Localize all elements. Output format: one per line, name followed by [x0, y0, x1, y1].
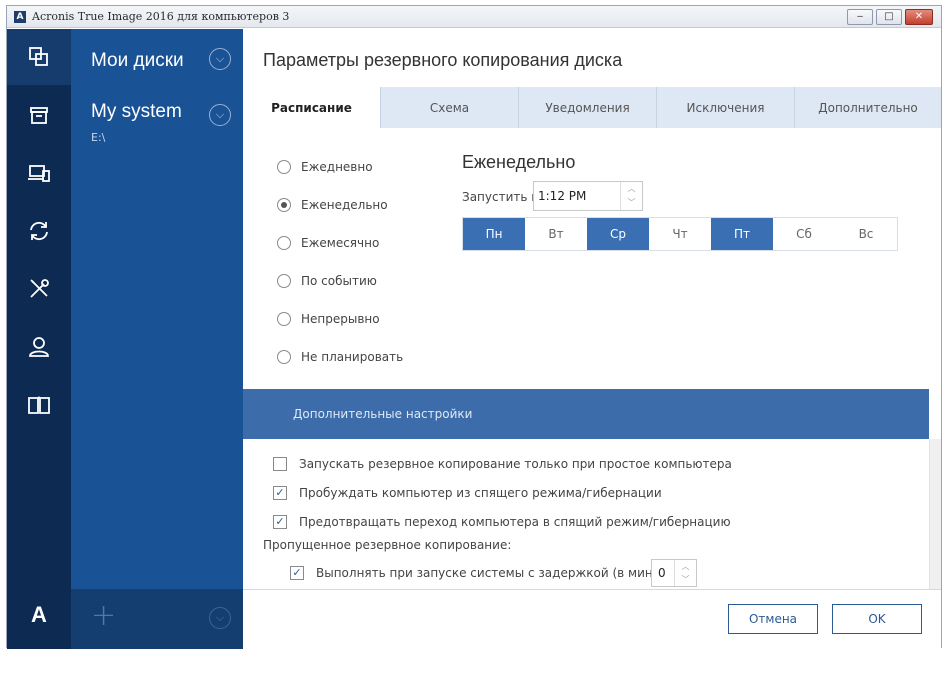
window-title: Acronis True Image 2016 для компьютеров …: [32, 10, 290, 23]
backup-item-subtitle: E:\: [91, 131, 106, 144]
minimize-button[interactable]: ‒: [847, 9, 873, 25]
sync-icon: [30, 221, 48, 241]
schedule-option-label: Непрерывно: [301, 312, 380, 326]
radio-button[interactable]: [277, 160, 291, 174]
schedule-option-weekly[interactable]: Еженедельно: [277, 195, 388, 215]
copy-icon: [29, 47, 48, 66]
radio-button[interactable]: [277, 350, 291, 364]
rail-sync[interactable]: [7, 203, 71, 259]
schedule-option-label: По событию: [301, 274, 377, 288]
radio-button[interactable]: [277, 312, 291, 326]
chevron-up-icon[interactable]: ︿: [621, 182, 642, 196]
account-icon: [29, 337, 49, 357]
title-bar[interactable]: A Acronis True Image 2016 для компьютеро…: [7, 6, 941, 28]
tools-icon: [30, 279, 49, 298]
page-title: Параметры резервного копирования диска: [263, 50, 623, 70]
advanced-settings-header[interactable]: Дополнительные настройки: [243, 389, 929, 439]
checkbox[interactable]: ✓: [273, 486, 287, 500]
close-button[interactable]: ✕: [905, 9, 933, 25]
tab-exclusions[interactable]: Исключения: [657, 87, 795, 128]
schedule-option-label: Ежедневно: [301, 160, 373, 174]
tab-notifications[interactable]: Уведомления: [519, 87, 657, 128]
devices-icon: [28, 165, 50, 182]
rail-archive[interactable]: [7, 87, 71, 143]
time-stepper[interactable]: ︿ ﹀: [620, 182, 642, 210]
checkbox[interactable]: ✓: [290, 566, 304, 580]
advanced-settings-title: Дополнительные настройки: [293, 407, 473, 421]
app-window: A Acronis True Image 2016 для компьютеро…: [6, 5, 942, 649]
chevron-down-icon[interactable]: ﹀: [675, 573, 696, 586]
cancel-button[interactable]: Отмена: [728, 604, 818, 634]
chevron-up-icon[interactable]: ︿: [675, 560, 696, 573]
chevron-down-icon[interactable]: ⌵: [209, 607, 231, 629]
missed-backup-label: Пропущенное резервное копирование:: [263, 538, 512, 552]
option-run-on-startup[interactable]: ✓ Выполнять при запуске системы с задерж…: [290, 563, 690, 583]
day-wednesday[interactable]: Ср: [587, 218, 649, 250]
schedule-option-label: Не планировать: [301, 350, 404, 364]
archive-icon: [30, 107, 48, 124]
schedule-option-none[interactable]: Не планировать: [277, 347, 403, 367]
radio-button[interactable]: [277, 236, 291, 250]
settings-panel: Параметры резервного копирования диска Р…: [243, 29, 941, 649]
backup-list-title: Мои диски: [91, 50, 184, 71]
rail-devices[interactable]: [7, 145, 71, 201]
option-label: Запускать резервное копирование только п…: [299, 457, 732, 471]
schedule-option-monthly[interactable]: Ежемесячно: [277, 233, 379, 253]
weekly-title: Еженедельно: [462, 152, 576, 172]
start-time-label: Запустить в: [462, 190, 539, 204]
weekday-selector: Пн Вт Ср Чт Пт Сб Вс: [462, 217, 898, 251]
rail-account[interactable]: [7, 319, 71, 375]
start-time-value: 1:12 PM: [538, 189, 587, 203]
acronis-logo-icon: A: [31, 602, 47, 627]
schedule-option-label: Еженедельно: [301, 198, 388, 212]
tab-scheme[interactable]: Схема: [381, 87, 519, 128]
chevron-down-icon[interactable]: ⌵: [209, 104, 231, 126]
day-friday[interactable]: Пт: [711, 218, 773, 250]
chevron-down-icon[interactable]: ⌵: [209, 48, 231, 70]
settings-tabs: Расписание Схема Уведомления Исключения …: [243, 87, 941, 128]
option-prevent-sleep[interactable]: ✓ Предотвращать переход компьютера в спя…: [273, 512, 731, 532]
backup-item-selected[interactable]: My system E:\ ⌵: [71, 89, 243, 589]
backup-item-title: My system: [91, 101, 182, 122]
checkbox[interactable]: ✓: [273, 515, 287, 529]
radio-button[interactable]: [277, 274, 291, 288]
radio-button[interactable]: [277, 198, 291, 212]
delay-stepper[interactable]: ︿ ﹀: [674, 560, 696, 586]
day-thursday[interactable]: Чт: [649, 218, 711, 250]
ok-button[interactable]: OK: [832, 604, 922, 634]
day-monday[interactable]: Пн: [463, 218, 525, 250]
schedule-option-daily[interactable]: Ежедневно: [277, 157, 373, 177]
option-label: Выполнять при запуске системы с задержко…: [316, 566, 691, 580]
backup-list-footer: + ⌵: [71, 589, 243, 649]
book-icon: [28, 396, 50, 414]
schedule-option-label: Ежемесячно: [301, 236, 380, 250]
nav-rail: A: [7, 29, 71, 649]
schedule-option-continuous[interactable]: Непрерывно: [277, 309, 380, 329]
delay-minutes-value: 0: [658, 566, 666, 580]
rail-backup[interactable]: [7, 29, 71, 85]
maximize-button[interactable]: □: [876, 9, 902, 25]
dialog-footer: Отмена OK: [243, 589, 941, 649]
rail-help[interactable]: [7, 377, 71, 433]
schedule-option-event[interactable]: По событию: [277, 271, 377, 291]
rail-tools[interactable]: [7, 261, 71, 317]
add-backup-button[interactable]: +: [91, 601, 116, 631]
start-time-input[interactable]: 1:12 PM ︿ ﹀: [533, 181, 643, 211]
scrollbar[interactable]: [929, 439, 941, 589]
option-wake-computer[interactable]: ✓ Пробуждать компьютер из спящего режима…: [273, 483, 662, 503]
backup-list-header[interactable]: Мои диски ⌵: [71, 29, 243, 89]
tab-advanced[interactable]: Дополнительно: [795, 87, 941, 128]
tab-schedule[interactable]: Расписание: [243, 87, 381, 128]
option-label: Пробуждать компьютер из спящего режима/г…: [299, 486, 662, 500]
chevron-down-icon[interactable]: ﹀: [621, 196, 642, 210]
delay-minutes-input[interactable]: 0 ︿ ﹀: [651, 559, 697, 587]
day-saturday[interactable]: Сб: [773, 218, 835, 250]
app-logo-icon: A: [14, 11, 26, 23]
option-idle-only[interactable]: Запускать резервное копирование только п…: [273, 454, 732, 474]
day-sunday[interactable]: Вс: [835, 218, 897, 250]
backup-list: Мои диски ⌵ My system E:\ ⌵ + ⌵: [71, 29, 243, 649]
day-tuesday[interactable]: Вт: [525, 218, 587, 250]
option-label: Предотвращать переход компьютера в спящи…: [299, 515, 731, 529]
checkbox[interactable]: [273, 457, 287, 471]
